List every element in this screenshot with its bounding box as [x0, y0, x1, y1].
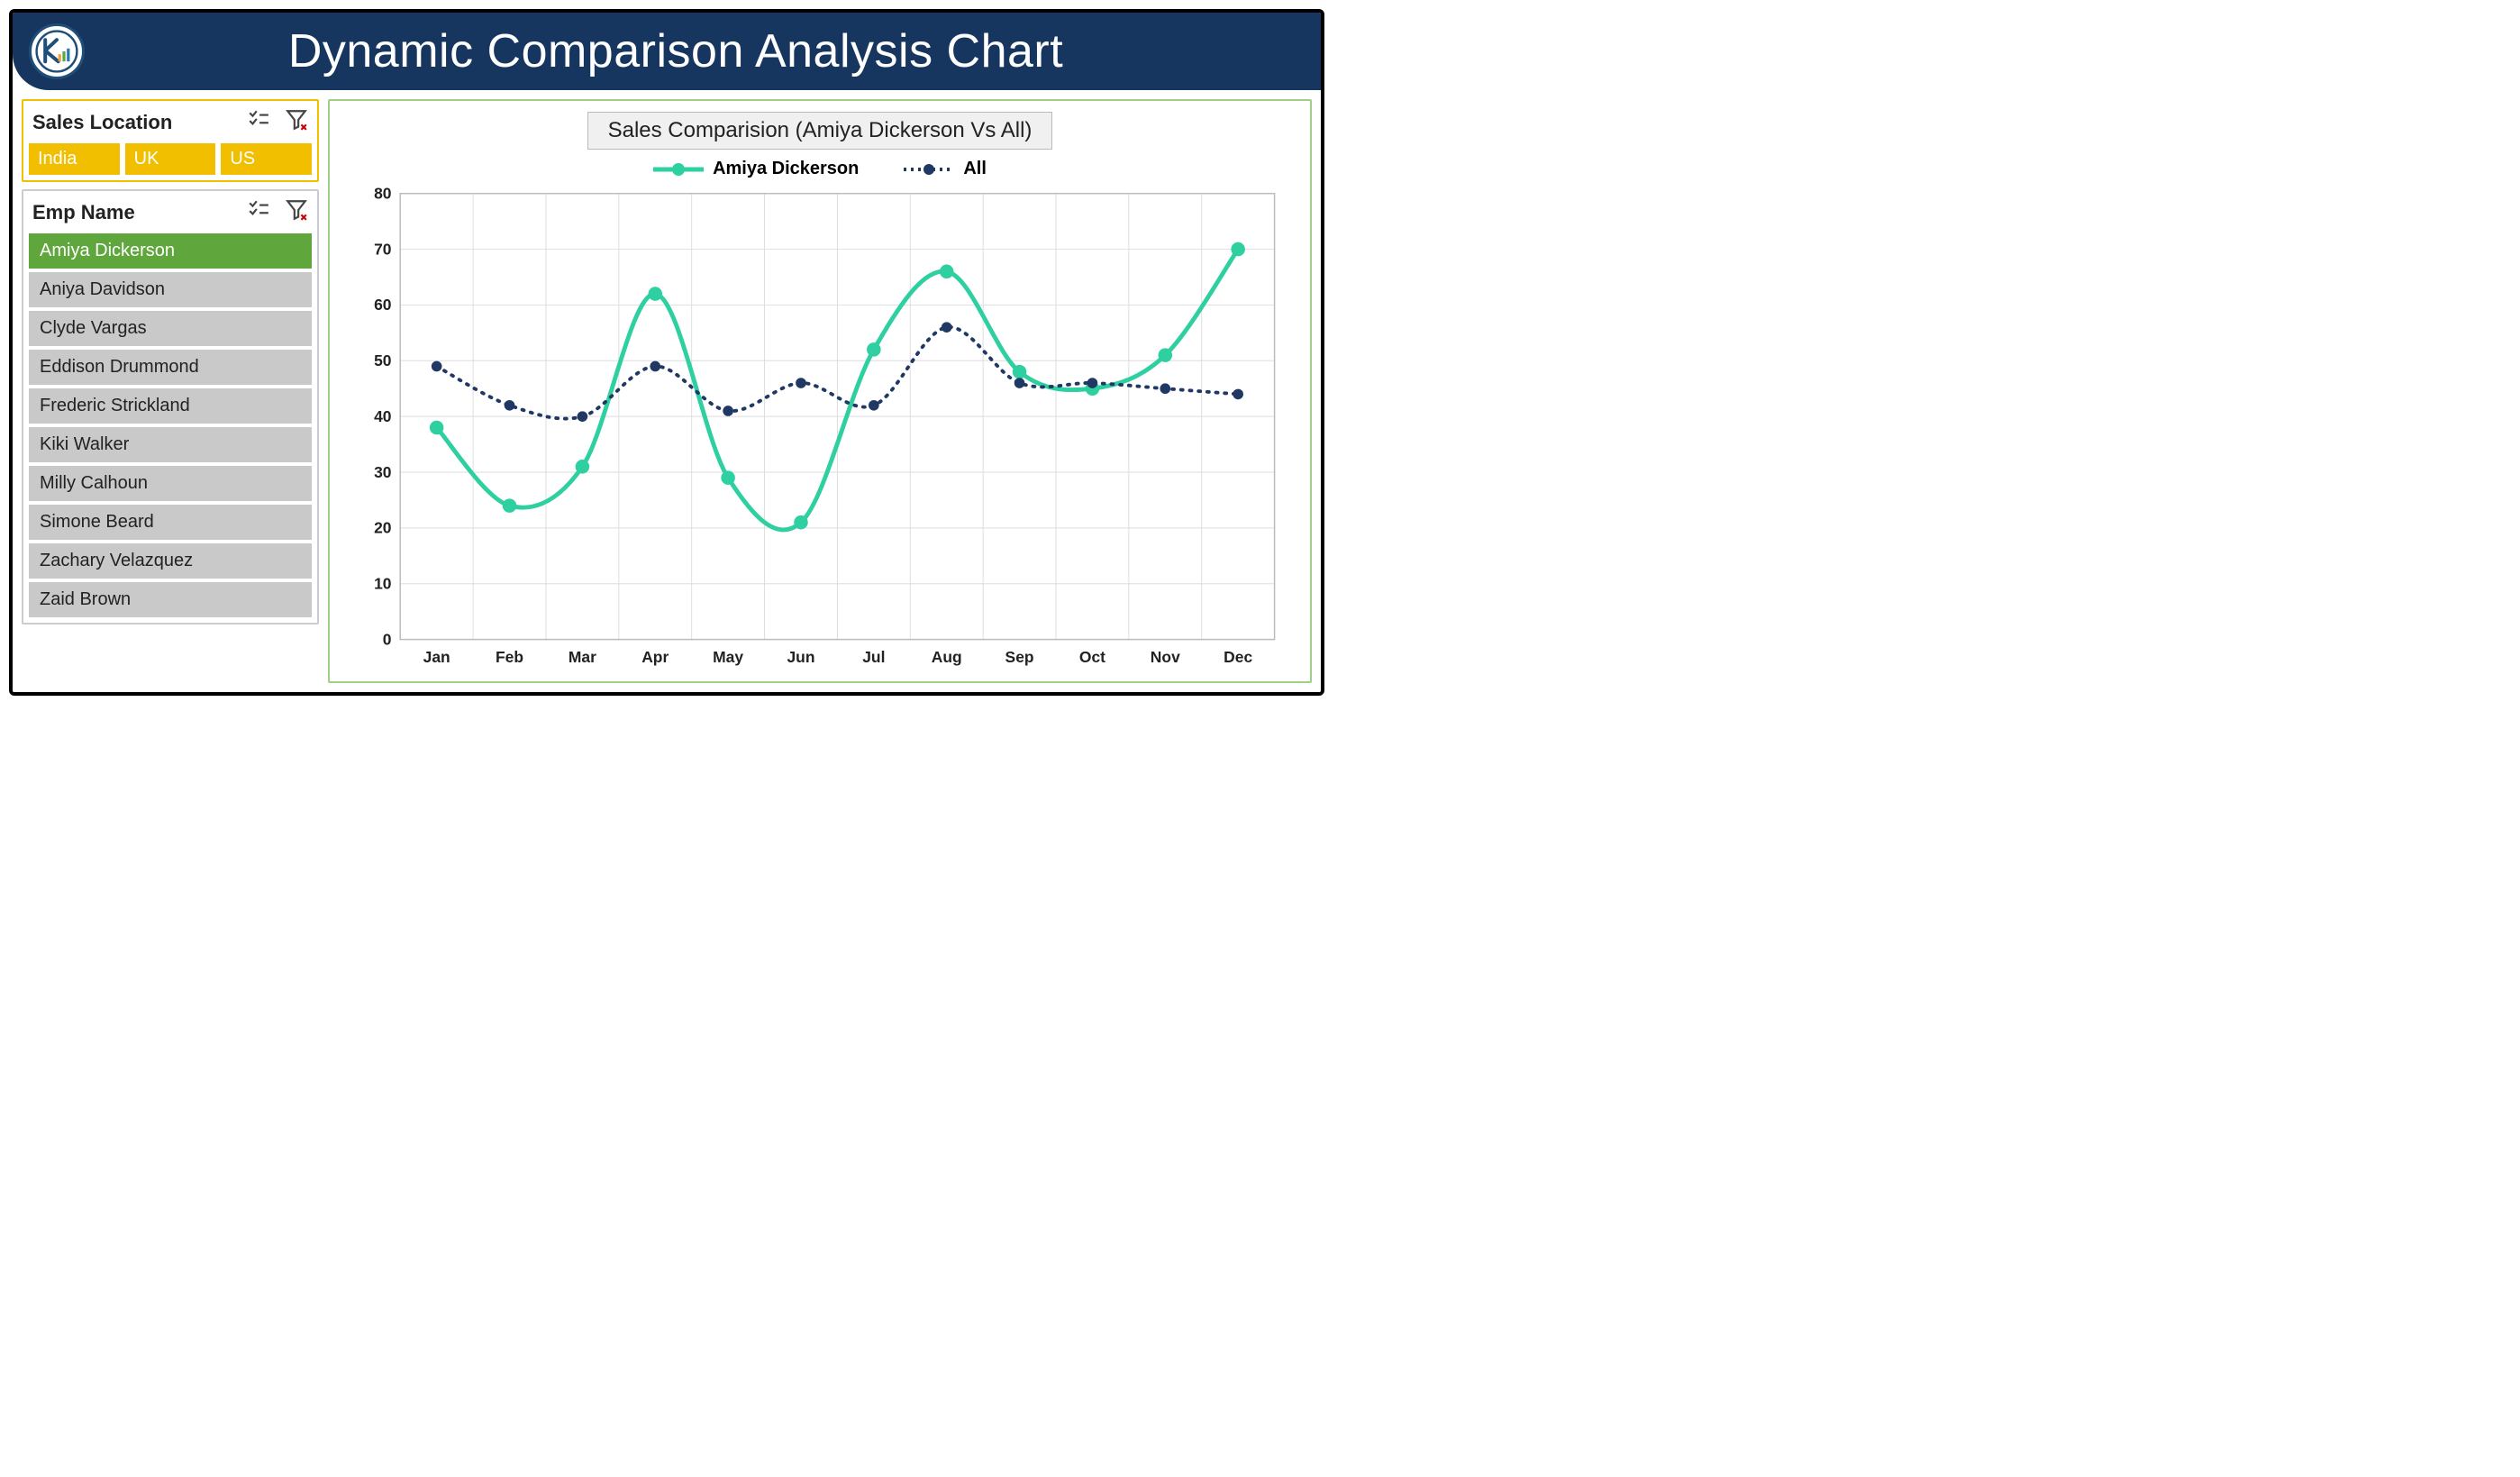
employee-item[interactable]: Clyde Vargas: [29, 311, 312, 346]
svg-text:May: May: [713, 648, 743, 666]
employee-item[interactable]: Milly Calhoun: [29, 466, 312, 501]
location-option-india[interactable]: India: [29, 143, 120, 175]
svg-text:Dec: Dec: [1224, 648, 1252, 666]
svg-text:Oct: Oct: [1079, 648, 1105, 666]
slicer-emp-name: Emp Name Amiya DickersonAniya Davidson Cl…: [22, 189, 319, 625]
chart-legend: Amiya Dickerson All: [348, 159, 1292, 179]
dashboard-frame: Dynamic Comparison Analysis Chart Sales …: [9, 9, 1324, 696]
plot-area: 0 10 20 30 40 50 60 70 80 Jan Feb Mar Apr May Jun Jul Au…: [348, 185, 1292, 674]
employee-item[interactable]: Zachary Velazquez: [29, 543, 312, 579]
svg-text:60: 60: [374, 296, 391, 314]
svg-text:Nov: Nov: [1151, 648, 1180, 666]
employee-item[interactable]: Amiya Dickerson: [29, 233, 312, 269]
location-options: India UK US: [29, 143, 312, 175]
chart-title: Sales Comparision (Amiya Dickerson Vs Al…: [587, 112, 1053, 150]
slicer-sales-location: Sales Location India UK US: [22, 99, 319, 182]
clear-filter-icon[interactable]: [285, 108, 308, 136]
multiselect-icon[interactable]: [247, 108, 270, 136]
page-title: Dynamic Comparison Analysis Chart: [47, 24, 1305, 78]
legend-item-amiya: Amiya Dickerson: [653, 159, 859, 179]
svg-text:Jul: Jul: [862, 648, 885, 666]
svg-text:Jun: Jun: [787, 648, 814, 666]
employee-item[interactable]: Zaid Brown: [29, 582, 312, 617]
svg-text:Mar: Mar: [569, 648, 596, 666]
svg-text:70: 70: [374, 240, 391, 258]
employee-item[interactable]: Kiki Walker: [29, 427, 312, 462]
employee-list: Amiya DickersonAniya Davidson Clyde Varga…: [29, 233, 312, 617]
logo-icon: [29, 23, 85, 79]
employee-item[interactable]: Aniya Davidson: [29, 272, 312, 307]
legend-item-all: All: [904, 159, 987, 179]
line-chart: 0 10 20 30 40 50 60 70 80 Jan Feb Mar Apr May Jun Jul Au…: [348, 185, 1292, 674]
clear-filter-icon[interactable]: [285, 198, 308, 226]
svg-text:Jan: Jan: [423, 648, 450, 666]
slicer-header: Emp Name: [29, 196, 312, 233]
svg-text:Sep: Sep: [1005, 648, 1034, 666]
svg-text:80: 80: [374, 185, 391, 203]
svg-text:30: 30: [374, 463, 391, 481]
employee-item[interactable]: Frederic Strickland: [29, 388, 312, 424]
slicer-header: Sales Location: [29, 106, 312, 143]
employee-item[interactable]: Simone Beard: [29, 505, 312, 540]
chart-panel: Sales Comparision (Amiya Dickerson Vs Al…: [328, 99, 1312, 683]
svg-text:10: 10: [374, 575, 391, 593]
svg-text:20: 20: [374, 519, 391, 537]
svg-text:Apr: Apr: [641, 648, 669, 666]
multiselect-icon[interactable]: [247, 198, 270, 226]
slicer-title: Emp Name: [32, 201, 135, 224]
legend-label: Amiya Dickerson: [713, 159, 859, 179]
svg-text:Feb: Feb: [496, 648, 523, 666]
header-bar: Dynamic Comparison Analysis Chart: [13, 13, 1321, 90]
slicer-title: Sales Location: [32, 111, 172, 134]
svg-text:0: 0: [383, 630, 392, 648]
location-option-uk[interactable]: UK: [125, 143, 216, 175]
location-option-us[interactable]: US: [221, 143, 312, 175]
svg-text:40: 40: [374, 407, 391, 425]
legend-label: All: [963, 159, 987, 179]
body: Sales Location India UK US: [13, 90, 1321, 692]
svg-text:Aug: Aug: [932, 648, 962, 666]
svg-text:50: 50: [374, 351, 391, 369]
employee-item[interactable]: Eddison Drummond: [29, 350, 312, 385]
sidebar: Sales Location India UK US: [22, 99, 319, 683]
